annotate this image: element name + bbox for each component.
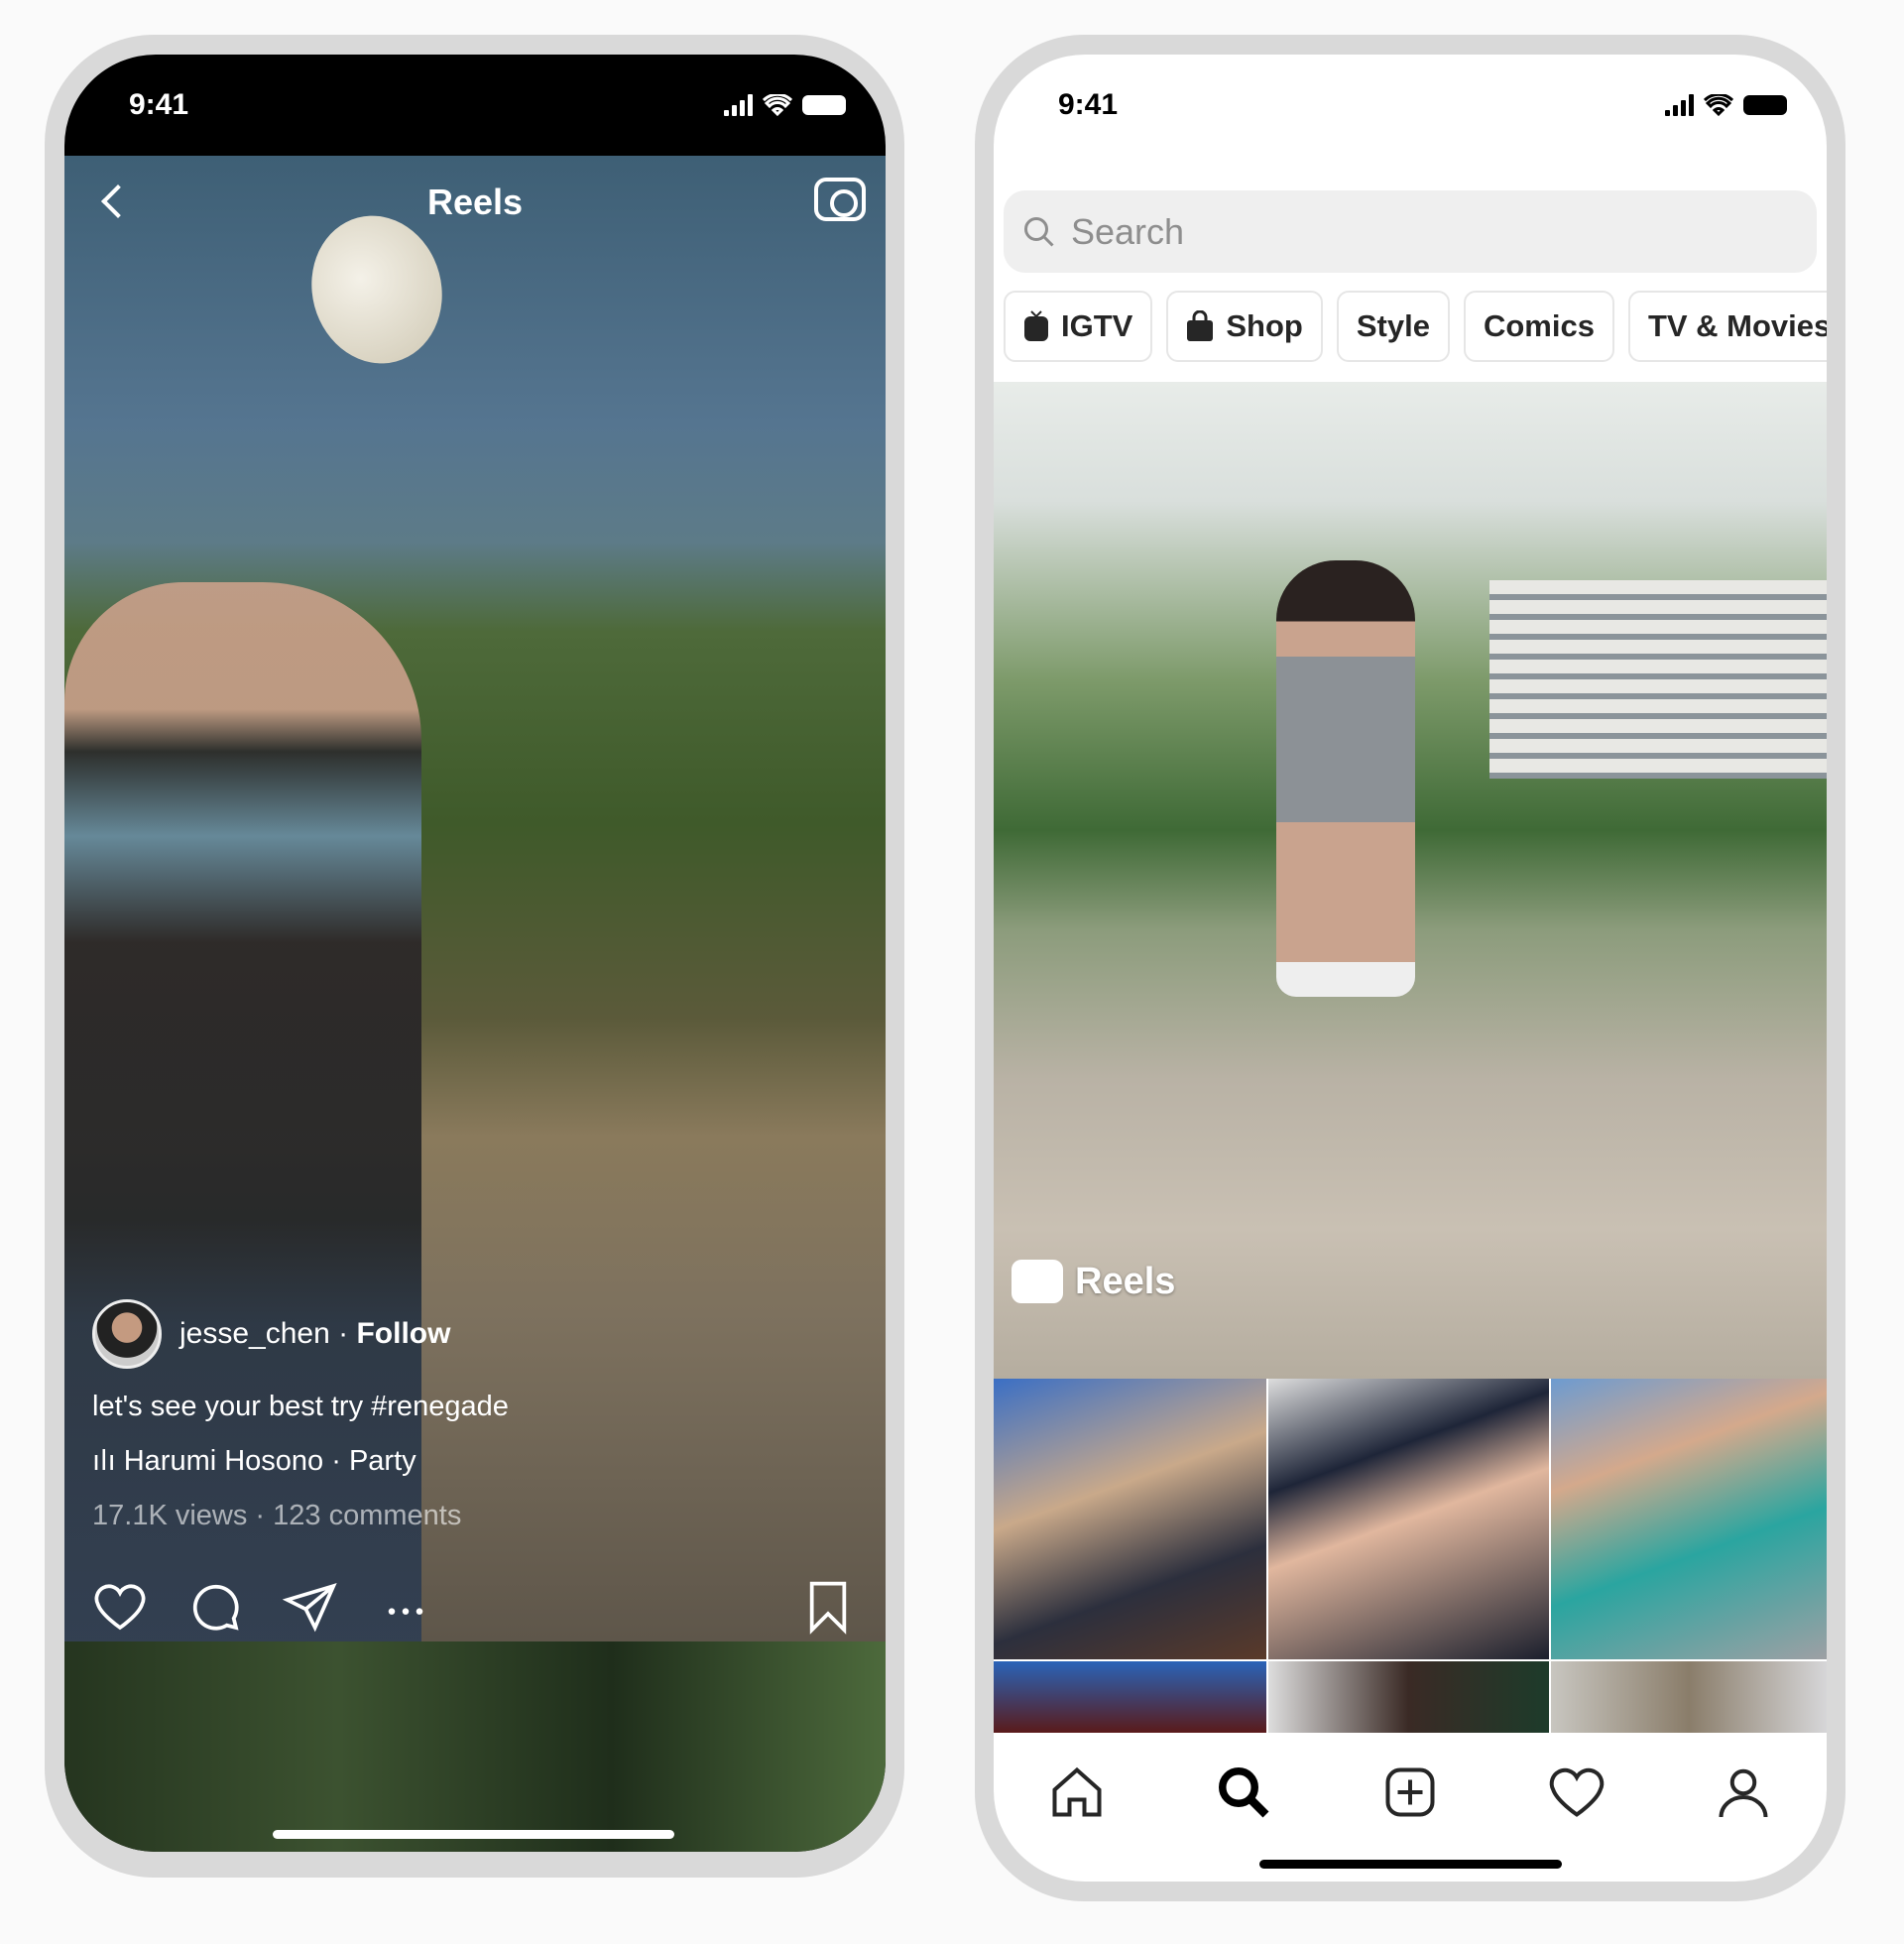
chip-tv-movies[interactable]: TV & Movies	[1627, 291, 1827, 362]
share-icon[interactable]	[283, 1579, 338, 1635]
bookmark-icon[interactable]	[800, 1579, 856, 1635]
audio-track: Harumi Hosono · Party	[123, 1445, 416, 1477]
featured-reel[interactable]: Reels	[994, 382, 1827, 1379]
wifi-icon	[1704, 94, 1733, 116]
reels-badge: Reels	[1012, 1260, 1175, 1303]
separator: ·	[329, 1317, 357, 1350]
building-image	[1489, 580, 1827, 779]
audio-row[interactable]: ıǀı Harumi Hosono · Party	[92, 1445, 509, 1478]
camera-icon[interactable]	[814, 178, 866, 221]
chip-igtv[interactable]: IGTV	[1004, 291, 1153, 362]
home-indicator	[1259, 1860, 1562, 1869]
battery-icon	[1743, 95, 1787, 115]
signal-icon	[1665, 94, 1694, 116]
grid-item[interactable]	[994, 1661, 1266, 1733]
status-time: 9:41	[1058, 88, 1119, 121]
reels-phone: 9:41 Reels jesse_chen · Follow let's see…	[45, 35, 904, 1878]
explore-screen: 9:41 Search IGTV Shop Style Comics TV & …	[994, 55, 1827, 1882]
shopping-bag-icon	[1187, 310, 1214, 341]
next-reel-preview[interactable]	[64, 1641, 886, 1852]
search-icon[interactable]	[1214, 1762, 1273, 1822]
status-time: 9:41	[129, 88, 189, 121]
grid-item[interactable]	[1551, 1379, 1827, 1659]
grid-item[interactable]	[1268, 1661, 1549, 1733]
battery-icon	[802, 95, 846, 115]
woman-image	[1276, 560, 1415, 997]
wifi-icon	[763, 94, 792, 116]
page-title: Reels	[426, 182, 524, 222]
category-chips: IGTV Shop Style Comics TV & Movies	[1004, 291, 1827, 362]
comment-icon[interactable]	[187, 1579, 243, 1635]
status-bar: 9:41	[64, 55, 886, 156]
reels-header: Reels	[64, 156, 886, 245]
igtv-icon	[1024, 310, 1048, 341]
home-indicator	[273, 1830, 674, 1839]
explore-grid	[994, 1379, 1827, 1733]
grid-item[interactable]	[1268, 1379, 1549, 1659]
avatar[interactable]	[92, 1299, 162, 1369]
profile-icon[interactable]	[1714, 1762, 1773, 1822]
audio-icon: ıǀı	[92, 1445, 124, 1477]
grid-item[interactable]	[994, 1379, 1266, 1659]
post-info: jesse_chen · Follow let's see your best …	[92, 1299, 509, 1532]
heart-icon[interactable]	[92, 1579, 148, 1635]
signal-icon	[724, 94, 753, 116]
explore-phone: 9:41 Search IGTV Shop Style Comics TV & …	[975, 35, 1845, 1901]
action-bar	[92, 1577, 856, 1637]
chip-shop[interactable]: Shop	[1166, 291, 1323, 362]
more-icon[interactable]	[378, 1579, 433, 1635]
heart-icon[interactable]	[1547, 1762, 1606, 1822]
search-placeholder: Search	[1071, 210, 1185, 252]
search-icon	[1024, 216, 1054, 247]
follow-button[interactable]: Follow	[356, 1317, 450, 1350]
status-bar: 9:41	[994, 55, 1827, 156]
grid-item[interactable]	[1551, 1661, 1827, 1733]
home-icon[interactable]	[1047, 1762, 1107, 1822]
username[interactable]: jesse_chen	[179, 1317, 330, 1350]
caption: let's see your best try #renegade	[92, 1391, 509, 1422]
reels-icon	[1012, 1260, 1063, 1303]
search-input[interactable]: Search	[1004, 190, 1817, 273]
post-stats: 17.1K views · 123 comments	[92, 1500, 462, 1531]
add-post-icon[interactable]	[1380, 1762, 1440, 1822]
reels-badge-label: Reels	[1075, 1260, 1176, 1302]
chip-comics[interactable]: Comics	[1463, 291, 1614, 362]
chip-style[interactable]: Style	[1336, 291, 1450, 362]
reels-screen: 9:41 Reels jesse_chen · Follow let's see…	[64, 55, 886, 1852]
